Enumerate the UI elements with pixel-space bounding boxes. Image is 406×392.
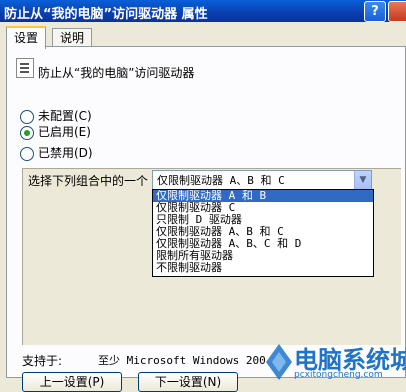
tab-explain[interactable]: 说明 [52,28,93,47]
title-bar: 防止从“我的电脑”访问驱动器 属性 ? [0,0,406,22]
close-button[interactable] [388,1,406,22]
tab-settings[interactable]: 设置 [6,26,47,49]
dropdown-list: 仅限制驱动器 A 和 B 仅限制驱动器 C 只限制 D 驱动器 仅限制驱动器 A… [152,189,374,277]
radio-label: 未配置(C) [38,109,92,123]
radio-disabled[interactable]: 已禁用(D) [20,145,93,161]
radio-selected-icon [20,125,34,140]
chevron-down-icon[interactable]: ▼ [354,171,371,189]
drive-restriction-select[interactable]: 仅限制驱动器 A、B 和 C ▼ [152,170,372,190]
watermark-url: pcxitongcheng.com [294,370,383,380]
select-value: 仅限制驱动器 A、B 和 C [157,174,285,187]
window-title: 防止从“我的电脑”访问驱动器 属性 [4,7,208,22]
policy-document-icon [16,58,34,78]
previous-setting-button[interactable]: 上一设置(P) [22,372,122,392]
radio-enabled[interactable]: 已启用(E) [20,124,91,140]
radio-label: 已禁用(D) [38,146,93,160]
dropdown-item[interactable]: 不限制驱动器 [153,262,373,274]
radio-label: 已启用(E) [38,125,91,139]
watermark-logo: 电脑系统城 pcxitongcheng.com [264,338,406,387]
next-setting-button[interactable]: 下一设置(N) [138,372,238,392]
radio-not-configured[interactable]: 未配置(C) [20,108,92,124]
help-button[interactable]: ? [364,1,386,22]
radio-circle-icon [20,109,34,124]
watermark-logo-icon [266,344,292,380]
radio-circle-icon [20,146,34,161]
policy-name: 防止从“我的电脑”访问驱动器 [38,66,195,80]
support-value: 至少 Microsoft Windows 200 [98,354,266,367]
option-label: 选择下列组合中的一个 [28,174,149,188]
support-label: 支持于: [22,354,63,368]
